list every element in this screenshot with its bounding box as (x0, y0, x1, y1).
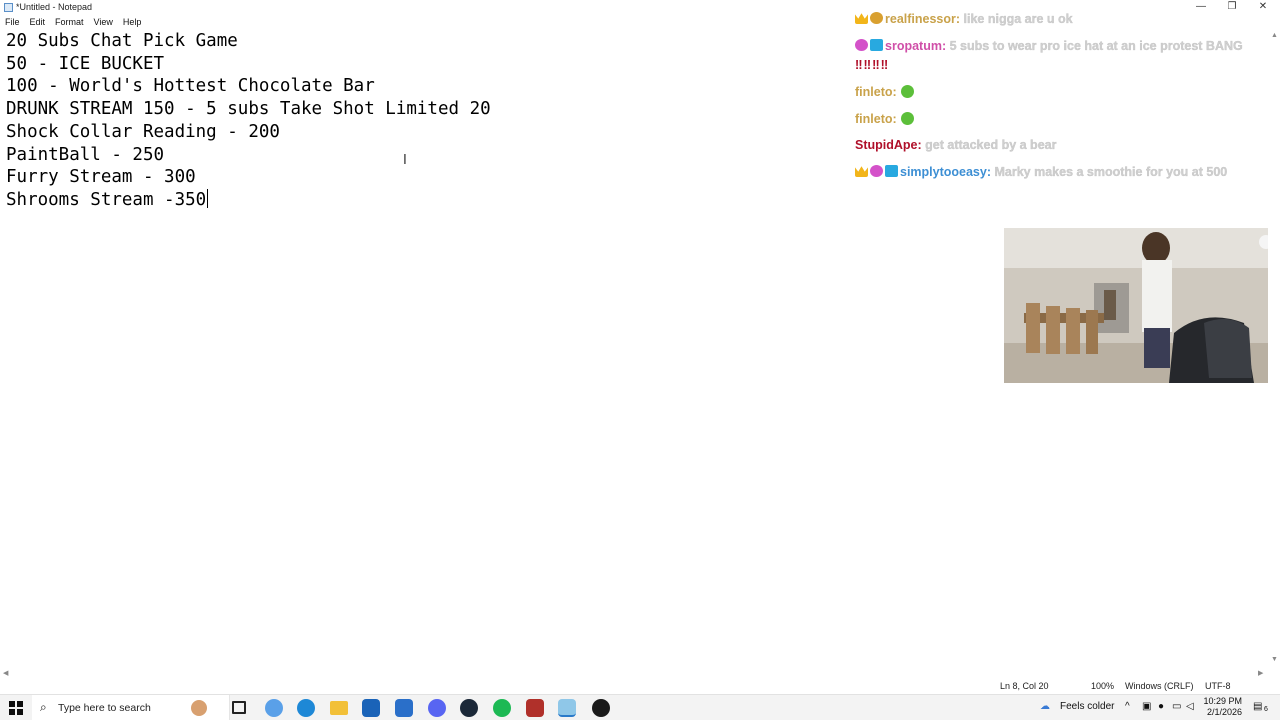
notification-count: 6 (1264, 706, 1268, 713)
encoding: UTF-8 (1205, 681, 1231, 691)
editor-line[interactable]: Shock Collar Reading - 200 (6, 121, 280, 143)
mail-icon[interactable] (395, 699, 413, 717)
editor-line[interactable]: 20 Subs Chat Pick Game (6, 30, 238, 52)
editor-line[interactable]: Furry Stream - 300 (6, 166, 196, 188)
chat-username: sropatum: (885, 39, 947, 53)
taskbar: ⌕ Type here to search ☁ Feels colder ^ ▣… (0, 694, 1280, 720)
discord-icon[interactable] (428, 699, 446, 717)
notepad-taskbar-icon[interactable] (558, 699, 576, 717)
menu-file[interactable]: File (0, 15, 25, 29)
search-icon: ⌕ (40, 700, 47, 714)
crown-badge-icon (855, 166, 868, 177)
store-icon[interactable] (362, 699, 380, 717)
cube-badge-icon (885, 165, 898, 177)
notification-icon[interactable]: ▤ (1253, 701, 1262, 712)
microphone-icon[interactable]: ● (1158, 701, 1164, 712)
search-highlight-icon[interactable] (191, 700, 207, 716)
cursor-position: Ln 8, Col 20 (1000, 681, 1049, 691)
chat-message: StupidApe: get attacked by a bear (855, 136, 1275, 155)
scroll-right-arrow-icon[interactable]: ▶ (1258, 669, 1263, 677)
chat-message: realfinessor: like nigga are u ok (855, 10, 1275, 29)
chevron-up-icon[interactable]: ^ (1125, 701, 1130, 712)
network-icon[interactable]: ▭ (1172, 701, 1181, 712)
crown-badge-icon (855, 13, 868, 24)
chat-text: like nigga are u ok (963, 12, 1073, 26)
weather-icon[interactable]: ☁ (1040, 701, 1050, 712)
task-view-icon[interactable] (232, 701, 246, 714)
vertical-scrollbar[interactable]: ▲ ▼ (1268, 30, 1280, 668)
text-caret (207, 189, 208, 208)
taskbar-clock[interactable]: 10:29 PM 2/1/2026 (1200, 696, 1242, 718)
menu-view[interactable]: View (89, 15, 118, 29)
ibeam-cursor-icon: I (403, 153, 407, 168)
chat-message: finleto: (855, 110, 1275, 129)
search-placeholder: Type here to search (58, 702, 151, 714)
edge-icon[interactable] (297, 699, 315, 717)
horizontal-scrollbar[interactable]: ◀ ▶ (0, 668, 1280, 678)
spotify-icon[interactable] (493, 699, 511, 717)
chat-bang-marks: ‼‼‼‼ (855, 58, 890, 72)
editor-line[interactable]: 50 - ICE BUCKET (6, 53, 164, 75)
chat-message: simplytooeasy: Marky makes a smoothie fo… (855, 163, 1275, 182)
weather-text[interactable]: Feels colder (1060, 701, 1114, 712)
windows-start-icon[interactable] (9, 701, 23, 715)
tray-app-icon[interactable]: ▣ (1142, 701, 1151, 712)
editor-line[interactable]: PaintBall - 250 (6, 144, 164, 166)
steam-icon[interactable] (460, 699, 478, 717)
zoom-level: 100% (1091, 681, 1115, 691)
notepad-icon (4, 3, 13, 12)
webcam-feed-image (1004, 228, 1280, 383)
chat-text: 5 subs to wear pro ice hat at an ice pro… (949, 39, 1243, 53)
chat-username: realfinessor: (885, 12, 961, 26)
sub-badge-icon (870, 12, 883, 24)
scroll-down-arrow-icon[interactable]: ▼ (1271, 656, 1278, 663)
pink-badge-icon (855, 39, 868, 51)
editor-line[interactable]: 100 - World's Hottest Chocolate Bar (6, 75, 375, 97)
chat-message: sropatum: 5 subs to wear pro ice hat at … (855, 37, 1275, 75)
status-bar: Ln 8, Col 20 100% Windows (CRLF) UTF-8 (0, 679, 1280, 694)
scroll-left-arrow-icon[interactable]: ◀ (3, 669, 8, 677)
sick-emote-icon (900, 85, 914, 98)
clock-time: 10:29 PM (1203, 696, 1242, 706)
volume-icon[interactable]: ◁ (1186, 701, 1194, 712)
chat-username: finleto: (855, 112, 897, 126)
chat-message: finleto: (855, 83, 1275, 102)
pink-badge-icon (870, 165, 883, 177)
chat-username: simplytooeasy: (900, 165, 992, 179)
menu-bar: File Edit Format View Help (0, 15, 146, 29)
chat-username: StupidApe: (855, 138, 922, 152)
editor-line[interactable]: Shrooms Stream -350 (6, 189, 206, 211)
scroll-up-arrow-icon[interactable]: ▲ (1271, 32, 1278, 39)
winrar-icon[interactable] (526, 699, 544, 717)
webcam-overlay (1004, 228, 1280, 383)
menu-edit[interactable]: Edit (25, 15, 51, 29)
window-title: *Untitled - Notepad (16, 2, 93, 12)
sick-emote-icon (900, 112, 914, 125)
line-ending: Windows (CRLF) (1125, 681, 1194, 691)
chat-text: Marky makes a smoothie for you at 500 (994, 165, 1228, 179)
chat-username: finleto: (855, 85, 897, 99)
menu-format[interactable]: Format (50, 15, 89, 29)
obs-icon[interactable] (592, 699, 610, 717)
cube-badge-icon (870, 39, 883, 51)
clock-date: 2/1/2026 (1206, 707, 1242, 717)
chat-text: get attacked by a bear (925, 138, 1057, 152)
file-explorer-icon[interactable] (330, 701, 348, 715)
copilot-icon[interactable] (265, 699, 283, 717)
menu-help[interactable]: Help (118, 15, 147, 29)
editor-line[interactable]: DRUNK STREAM 150 - 5 subs Take Shot Limi… (6, 98, 491, 120)
